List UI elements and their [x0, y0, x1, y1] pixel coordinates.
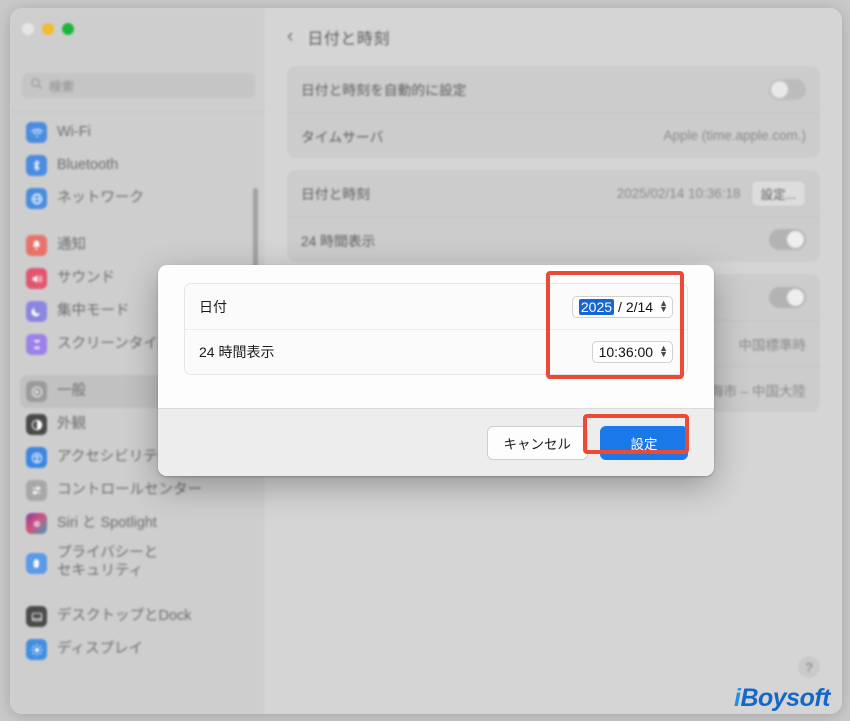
stepper-down-arrow-icon[interactable]: ▼ — [659, 350, 668, 358]
sidebar-item-desktop-dock[interactable]: デスクトップとDock — [20, 600, 255, 633]
timezone-value: 中国標準時 — [738, 337, 807, 353]
row-label: 日付と時刻を自動的に設定 — [301, 83, 467, 98]
datetime-card: 日付と時刻 2025/02/14 10:36:18 設定... 24 時間表示 — [287, 170, 820, 262]
sidebar-item-control-center[interactable]: コントロールセンター — [20, 474, 255, 507]
dialog-row-label: 24 時間表示 — [199, 344, 275, 360]
sidebar-item-label: 一般 — [57, 382, 86, 399]
sidebar-group-desktop: デスクトップとDock ディスプレイ — [20, 600, 255, 666]
dialog-row-label: 日付 — [199, 298, 227, 315]
row-label: 日付と時刻 — [301, 187, 370, 202]
minimize-window-button[interactable] — [42, 23, 54, 35]
sidebar-item-wifi[interactable]: Wi-Fi — [20, 116, 255, 149]
sidebar-item-label: ディスプレイ — [57, 640, 143, 657]
date-stepper-arrows-icon[interactable]: ▲ ▼ — [659, 299, 668, 313]
help-button[interactable]: ? — [798, 656, 820, 678]
toggle-knob — [787, 288, 804, 306]
search-input[interactable]: 検索 — [22, 73, 255, 98]
date-rest-segment[interactable]: / 2/14 — [618, 299, 653, 315]
hand-privacy-icon — [26, 552, 47, 574]
sidebar-item-label: サウンド — [57, 269, 115, 286]
toggle-knob — [771, 80, 788, 98]
main-header: ‹ 日付と時刻 — [265, 8, 842, 66]
time-server-value: Apple (time.apple.com.) — [663, 128, 806, 143]
gear-general-icon — [26, 381, 47, 402]
watermark-text: Boysoft — [740, 684, 830, 712]
system-settings-window: 検索 Wi-Fi Bluetooth ネットワーク 通知 サウンド 集中モード … — [10, 8, 842, 714]
dialog-fields-card: 日付 2025 / 2/14 ▲ ▼ 24 時間表示 10:36:00 ▲ ▼ — [184, 283, 688, 375]
stepper-down-arrow-icon[interactable]: ▼ — [659, 304, 668, 312]
dialog-row-date: 日付 2025 / 2/14 ▲ ▼ — [185, 284, 687, 329]
auto-datetime-toggle[interactable] — [769, 78, 806, 100]
auto-timezone-toggle[interactable] — [769, 286, 806, 308]
date-stepper[interactable]: 2025 / 2/14 ▲ ▼ — [571, 295, 673, 318]
siri-icon — [26, 513, 47, 534]
display-icon — [26, 639, 47, 660]
search-icon — [30, 77, 43, 95]
sidebar-item-bluetooth[interactable]: Bluetooth — [20, 149, 255, 182]
sidebar-item-network[interactable]: ネットワーク — [20, 182, 255, 215]
sidebar-item-label: 集中モード — [57, 302, 130, 319]
sidebar-item-label: Wi-Fi — [57, 123, 91, 140]
appearance-icon — [26, 414, 47, 435]
sidebar-item-display[interactable]: ディスプレイ — [20, 633, 255, 666]
sidebar-item-label: Bluetooth — [57, 156, 119, 173]
row-24h-display: 24 時間表示 — [287, 216, 820, 262]
sidebar-item-label: Siri と Spotlight — [57, 514, 157, 531]
sidebar-item-label: コントロールセンター — [57, 481, 202, 498]
close-window-button[interactable] — [22, 23, 34, 35]
time-stepper-arrows-icon[interactable]: ▲ ▼ — [659, 344, 668, 358]
sidebar-item-label: デスクトップとDock — [57, 607, 192, 624]
sidebar-item-privacy-security[interactable]: プライバシーと セキュリティ — [20, 540, 255, 586]
back-chevron-icon[interactable]: ‹ — [287, 27, 293, 48]
sidebar-item-notifications[interactable]: 通知 — [20, 229, 255, 262]
wifi-icon — [26, 122, 47, 143]
network-globe-icon — [26, 188, 47, 209]
sidebar-item-label: ネットワーク — [57, 189, 144, 206]
twentyfour-hour-toggle[interactable] — [769, 229, 806, 250]
hourglass-icon — [26, 334, 47, 355]
bell-icon — [26, 235, 47, 256]
sidebar-item-label: プライバシーと セキュリティ — [57, 545, 159, 579]
row-time-server: タイムサーバ Apple (time.apple.com.) — [287, 112, 820, 158]
row-date-time: 日付と時刻 2025/02/14 10:36:18 設定... — [287, 170, 820, 216]
sidebar-item-siri-spotlight[interactable]: Siri と Spotlight — [20, 507, 255, 540]
row-right-group: 2025/02/14 10:36:18 設定... — [616, 179, 806, 207]
dialog-body: 日付 2025 / 2/14 ▲ ▼ 24 時間表示 10:36:00 ▲ ▼ — [158, 265, 714, 405]
window-traffic-lights — [22, 23, 74, 35]
page-title: 日付と時刻 — [307, 31, 390, 48]
cancel-button[interactable]: キャンセル — [486, 425, 588, 460]
row-label: 24 時間表示 — [301, 233, 376, 249]
auto-datetime-card: 日付と時刻を自動的に設定 タイムサーバ Apple (time.apple.co… — [287, 66, 820, 158]
sidebar-item-label: アクセシビリティ — [57, 448, 172, 465]
sidebar-item-label: スクリーンタイム — [57, 335, 172, 352]
open-set-datetime-button[interactable]: 設定... — [750, 179, 806, 207]
accessibility-icon — [26, 447, 47, 468]
sidebar-group-network: Wi-Fi Bluetooth ネットワーク — [20, 116, 255, 215]
maximize-window-button[interactable] — [62, 23, 74, 35]
moon-icon — [26, 301, 47, 322]
confirm-button[interactable]: 設定 — [600, 425, 688, 460]
time-stepper[interactable]: 10:36:00 ▲ ▼ — [591, 341, 673, 363]
desktop-dock-icon — [26, 606, 47, 627]
search-placeholder: 検索 — [49, 80, 75, 94]
dialog-footer: キャンセル 設定 — [158, 408, 714, 476]
row-label: タイムサーバ — [301, 129, 384, 145]
toggle-knob — [787, 231, 804, 248]
control-center-icon — [26, 480, 47, 501]
sidebar-item-label: 外観 — [57, 415, 86, 432]
current-datetime-value: 2025/02/14 10:36:18 — [616, 185, 741, 201]
bluetooth-icon — [26, 155, 47, 176]
date-year-segment[interactable]: 2025 — [578, 298, 615, 315]
speaker-icon — [26, 268, 47, 289]
time-value-segment[interactable]: 10:36:00 — [599, 344, 654, 360]
set-datetime-dialog: 日付 2025 / 2/14 ▲ ▼ 24 時間表示 10:36:00 ▲ ▼ … — [158, 265, 714, 476]
sidebar-divider — [10, 111, 265, 112]
dialog-row-time: 24 時間表示 10:36:00 ▲ ▼ — [185, 329, 687, 374]
sidebar-item-label: 通知 — [57, 236, 86, 253]
row-auto-set-datetime: 日付と時刻を自動的に設定 — [287, 66, 820, 112]
iboysoft-watermark: iBoysoft — [734, 684, 831, 713]
screenshot-root: 検索 Wi-Fi Bluetooth ネットワーク 通知 サウンド 集中モード … — [0, 0, 850, 721]
